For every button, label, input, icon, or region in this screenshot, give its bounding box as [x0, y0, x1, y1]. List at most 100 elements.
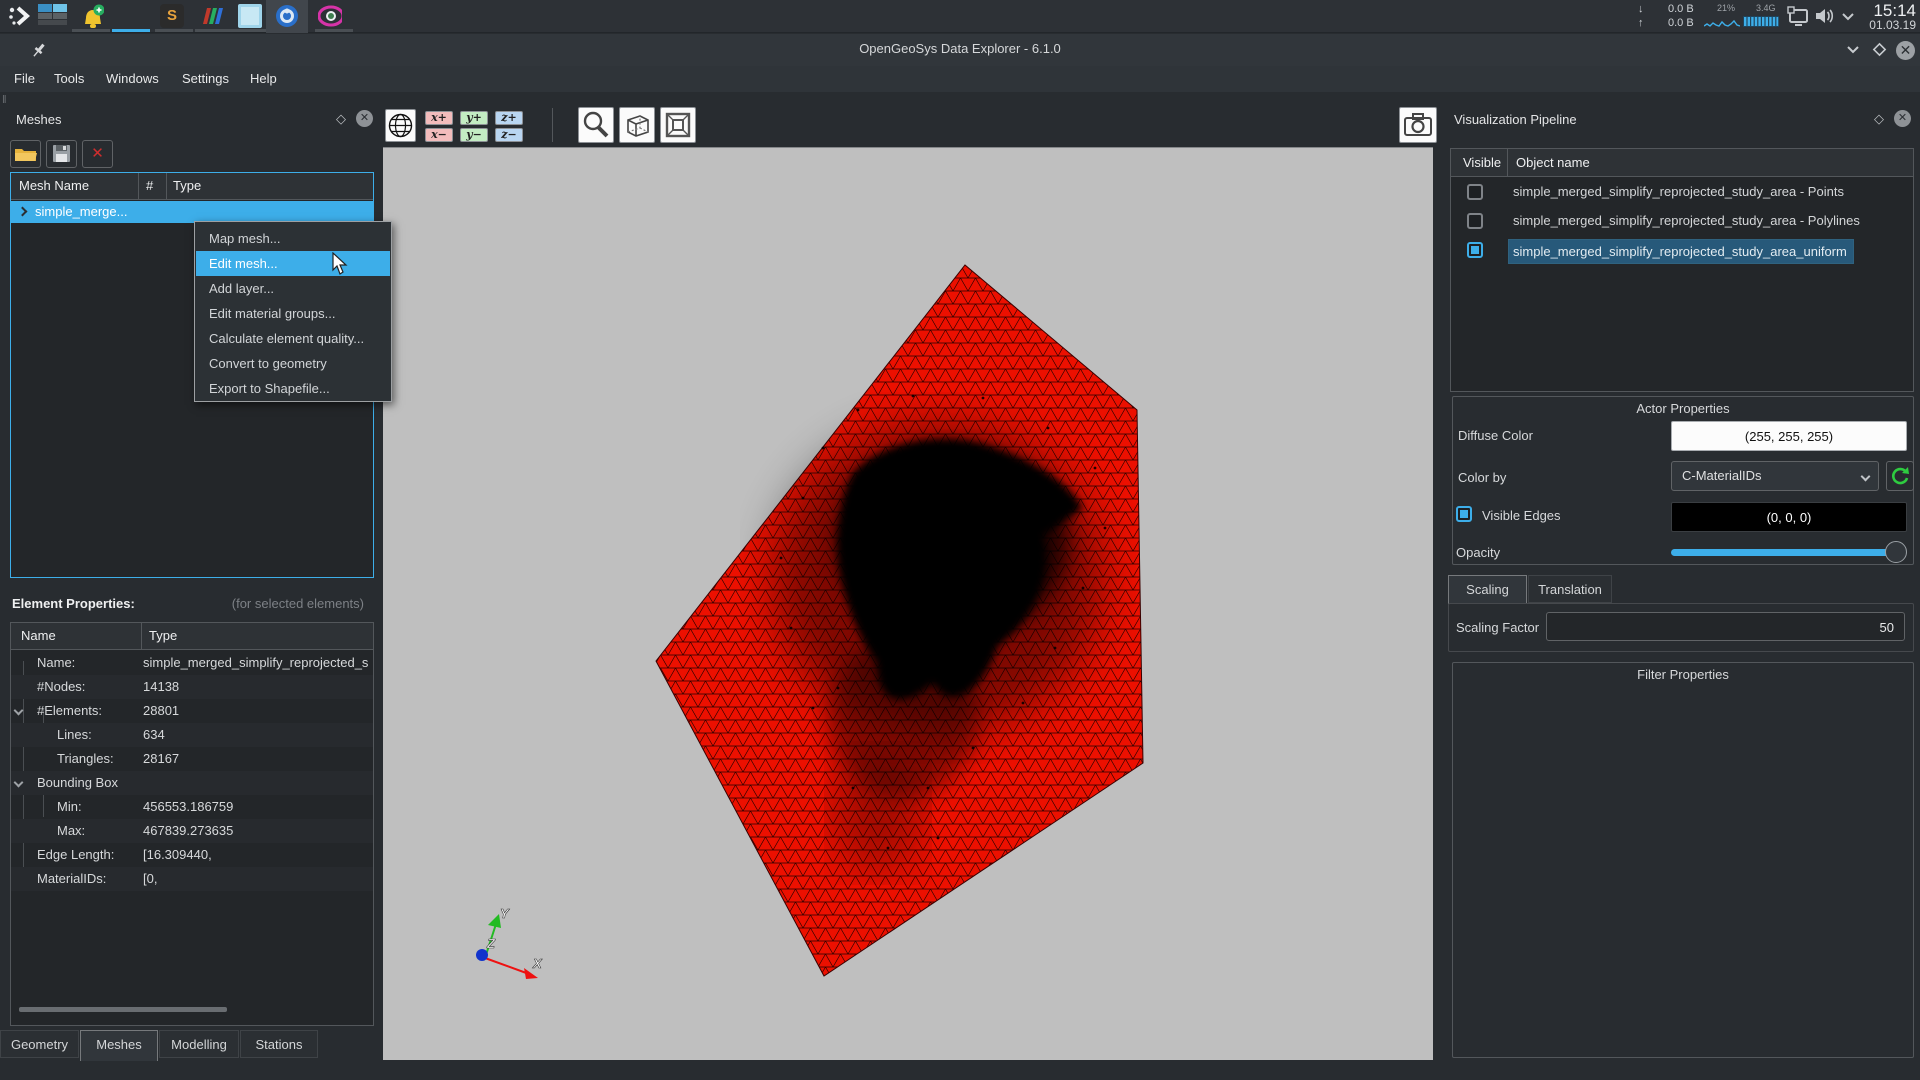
menu-item-map-mesh[interactable]: Map mesh...: [196, 226, 390, 251]
pipeline-row[interactable]: simple_merged_simplify_reprojected_study…: [1451, 208, 1913, 237]
toolbar-separator: [552, 108, 553, 142]
app-gimp-slashes-icon[interactable]: [200, 4, 224, 28]
view-y-minus-button[interactable]: y−: [460, 128, 488, 142]
ep-row[interactable]: Bounding Box: [11, 771, 373, 795]
fit-frame-icon: [665, 112, 691, 138]
minimize-icon[interactable]: [1846, 45, 1864, 63]
app-paraview-eye-icon[interactable]: [318, 4, 342, 28]
tab-scaling[interactable]: Scaling: [1448, 575, 1527, 604]
globe-icon: [388, 113, 413, 138]
close-icon[interactable]: ✕: [1896, 41, 1915, 60]
ep-col-type[interactable]: Type: [149, 628, 177, 643]
fit-view-button[interactable]: [660, 107, 696, 143]
menu-file[interactable]: File: [10, 71, 39, 86]
active-task-tile[interactable]: [266, 0, 308, 33]
visibility-checkbox-unchecked[interactable]: [1467, 184, 1483, 200]
color-by-combobox[interactable]: C-MaterialIDs: [1671, 461, 1879, 491]
app-window-icon[interactable]: [238, 4, 262, 28]
net-down-arrow: ↓: [1638, 3, 1644, 15]
menu-item-element-quality[interactable]: Calculate element quality...: [196, 326, 390, 351]
col-visible[interactable]: Visible: [1463, 155, 1501, 170]
pipeline-row-selected[interactable]: simple_merged_simplify_reprojected_study…: [1451, 237, 1913, 266]
tab-stations[interactable]: Stations: [240, 1030, 318, 1058]
clock-date[interactable]: 01.03.19: [1860, 18, 1916, 32]
maximize-icon[interactable]: [1872, 42, 1890, 60]
save-mesh-button[interactable]: [46, 140, 77, 168]
diffuse-color-button[interactable]: (255, 255, 255): [1671, 421, 1907, 451]
tab-translation[interactable]: Translation: [1528, 575, 1612, 603]
refresh-icon: [1892, 467, 1909, 485]
menu-windows[interactable]: Windows: [102, 71, 163, 86]
col-object-name[interactable]: Object name: [1516, 155, 1590, 170]
tray-expander-chevron-icon[interactable]: [1841, 12, 1855, 21]
ep-row[interactable]: #Elements: 28801: [11, 699, 373, 723]
window-title: OpenGeoSys Data Explorer - 6.1.0: [859, 41, 1061, 56]
mem-meter[interactable]: [1743, 16, 1779, 27]
view-z-minus-button[interactable]: z−: [495, 128, 523, 142]
remove-mesh-button[interactable]: ✕: [82, 140, 113, 168]
ep-row[interactable]: Triangles: 28167: [11, 747, 373, 771]
menu-item-export-shapefile[interactable]: Export to Shapefile...: [196, 376, 390, 401]
visible-edges-checkbox[interactable]: [1456, 506, 1472, 522]
visibility-checkbox-unchecked[interactable]: [1467, 213, 1483, 229]
perspective-toggle-button[interactable]: [619, 107, 655, 143]
zoom-tool-button[interactable]: [578, 107, 614, 143]
open-mesh-button[interactable]: [10, 140, 41, 168]
volume-icon[interactable]: [1813, 6, 1835, 26]
col-type[interactable]: Type: [173, 178, 201, 193]
task-underline-active: [112, 29, 150, 32]
notifications-icon[interactable]: [80, 4, 104, 28]
app-sublime-icon[interactable]: S: [160, 4, 184, 28]
cpu-graph[interactable]: [1704, 17, 1740, 27]
menu-settings[interactable]: Settings: [178, 71, 233, 86]
ep-row[interactable]: Edge Length: [16.309440,: [11, 843, 373, 867]
mesh-row-selected[interactable]: simple_merge...: [11, 201, 373, 223]
collapse-chevron-icon[interactable]: [13, 777, 24, 788]
menu-item-add-layer[interactable]: Add layer...: [196, 276, 390, 301]
expand-chevron-icon[interactable]: [17, 206, 28, 217]
app-launcher-icon[interactable]: [8, 4, 32, 28]
pipeline-row[interactable]: simple_merged_simplify_reprojected_study…: [1451, 179, 1913, 208]
float-icon[interactable]: ◇: [336, 111, 346, 127]
ep-row[interactable]: Lines: 634: [11, 723, 373, 747]
menu-item-convert-geometry[interactable]: Convert to geometry: [196, 351, 390, 376]
visibility-checkbox-checked[interactable]: [1467, 242, 1483, 258]
ep-col-name[interactable]: Name: [21, 628, 56, 643]
dock-close-icon[interactable]: ✕: [356, 110, 373, 127]
view-x-minus-button[interactable]: x−: [425, 128, 453, 142]
view-x-plus-button[interactable]: x+: [425, 111, 453, 125]
opacity-slider-handle[interactable]: [1885, 541, 1907, 563]
tab-geometry[interactable]: Geometry: [0, 1030, 79, 1058]
menu-tools[interactable]: Tools: [50, 71, 88, 86]
network-monitor-icon[interactable]: [1786, 6, 1810, 28]
cube-icon: [627, 115, 649, 137]
float-icon[interactable]: ◇: [1874, 111, 1884, 127]
col-mesh-name[interactable]: Mesh Name: [19, 178, 89, 193]
edge-color-button[interactable]: (0, 0, 0): [1671, 502, 1907, 532]
tab-modelling[interactable]: Modelling: [159, 1030, 239, 1058]
ep-row[interactable]: Max: 467839.273635: [11, 819, 373, 843]
refresh-colors-button[interactable]: [1886, 461, 1914, 491]
ep-row[interactable]: #Nodes: 14138: [11, 675, 373, 699]
globe-view-button[interactable]: [385, 109, 416, 142]
ep-row[interactable]: MaterialIDs: [0,: [11, 867, 373, 891]
ep-row[interactable]: Name: simple_merged_simplify_reprojected_…: [11, 651, 373, 675]
menu-item-edit-mesh[interactable]: Edit mesh...: [196, 251, 390, 276]
screenshot-button[interactable]: [1399, 107, 1437, 143]
view-y-plus-button[interactable]: y+: [460, 111, 488, 125]
horizontal-scrollbar[interactable]: [19, 1007, 227, 1012]
menu-item-edit-materials[interactable]: Edit material groups...: [196, 301, 390, 326]
tab-meshes[interactable]: Meshes: [80, 1030, 158, 1061]
view-z-plus-button[interactable]: z+: [495, 111, 523, 125]
dock-close-icon[interactable]: ✕: [1894, 110, 1911, 127]
pager-icon[interactable]: [38, 4, 68, 28]
filter-properties-group: Filter Properties: [1452, 662, 1914, 1058]
menu-help[interactable]: Help: [246, 71, 281, 86]
col-count[interactable]: #: [146, 178, 153, 193]
render-viewport[interactable]: X Y Z: [383, 147, 1433, 1060]
scaling-factor-input[interactable]: 50: [1546, 612, 1905, 641]
window-titlebar[interactable]: OpenGeoSys Data Explorer - 6.1.0 ✕: [0, 34, 1920, 66]
opacity-slider-track[interactable]: [1671, 549, 1899, 556]
collapse-chevron-icon[interactable]: [13, 705, 24, 716]
ep-row[interactable]: Min: 456553.186759: [11, 795, 373, 819]
